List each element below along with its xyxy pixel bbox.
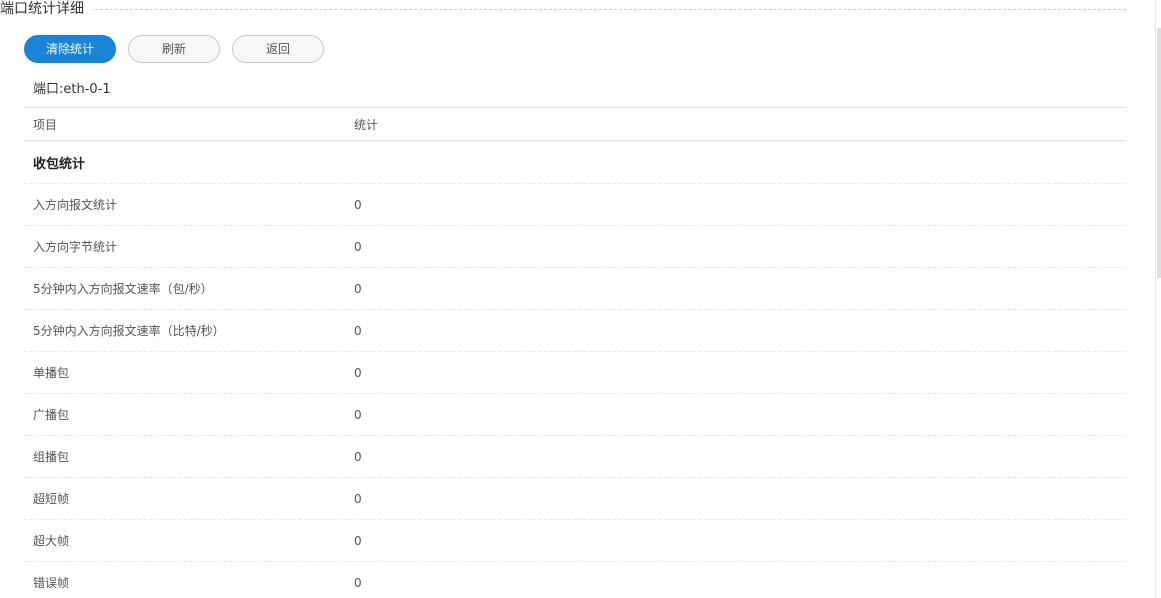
back-button[interactable]: 返回 — [232, 35, 324, 63]
row-value: 0 — [354, 281, 362, 296]
row-item: 超短帧 — [33, 492, 70, 506]
table-row: 5分钟内入方向报文速率（比特/秒） 0 — [24, 310, 1126, 352]
header-item: 项目 — [33, 117, 58, 132]
port-label: 端口:eth-0-1 — [33, 82, 111, 97]
row-value: 0 — [354, 365, 362, 380]
scrollbar-track[interactable] — [1155, 0, 1161, 598]
table-row: 超短帧 0 — [24, 478, 1126, 520]
group-label: 收包统计 — [33, 156, 86, 172]
row-item: 错误帧 — [33, 576, 70, 590]
table-row: 广播包 0 — [24, 394, 1126, 436]
row-item: 广播包 — [33, 408, 70, 422]
row-value: 0 — [354, 407, 362, 422]
row-item: 组播包 — [33, 450, 70, 464]
toolbar: 清除统计 刷新 返回 — [24, 35, 324, 63]
scrollbar-thumb[interactable] — [1157, 28, 1161, 278]
row-item: 入方向字节统计 — [33, 240, 118, 254]
table-row: 入方向字节统计 0 — [24, 226, 1126, 268]
row-value: 0 — [354, 533, 362, 548]
row-item: 入方向报文统计 — [33, 198, 118, 212]
row-value: 0 — [354, 239, 362, 254]
row-item: 超大帧 — [33, 534, 70, 548]
row-item: 5分钟内入方向报文速率（比特/秒） — [33, 324, 225, 338]
section-header: 端口统计详细 — [0, 0, 1126, 18]
row-value: 0 — [354, 575, 362, 590]
clear-stats-button[interactable]: 清除统计 — [24, 35, 116, 63]
row-value: 0 — [354, 323, 362, 338]
page-title: 端口统计详细 — [0, 0, 92, 18]
table-row: 单播包 0 — [24, 352, 1126, 394]
header-stat: 统计 — [354, 117, 379, 132]
table-row: 入方向报文统计 0 — [24, 184, 1126, 226]
table-row: 5分钟内入方向报文速率（包/秒） 0 — [24, 268, 1126, 310]
row-value: 0 — [354, 449, 362, 464]
table-row: 组播包 0 — [24, 436, 1126, 478]
table-body: 入方向报文统计 0 入方向字节统计 0 5分钟内入方向报文速率（包/秒） 0 5分钟内入方向… — [24, 184, 1126, 598]
stats-table: 项目 统计 收包统计 入方向报文统计 0 入方向字节统计 0 5分钟内入方向报文速率（包… — [24, 107, 1126, 598]
table-row: 超大帧 0 — [24, 520, 1126, 562]
row-item: 单播包 — [33, 366, 70, 380]
group-row-rx: 收包统计 — [24, 141, 1126, 184]
table-header: 项目 统计 — [24, 107, 1126, 141]
row-item: 5分钟内入方向报文速率（包/秒） — [33, 282, 213, 296]
row-value: 0 — [354, 197, 362, 212]
row-value: 0 — [354, 491, 362, 506]
refresh-button[interactable]: 刷新 — [128, 35, 220, 63]
port-stats-page: 端口统计详细 清除统计 刷新 返回 端口:eth-0-1 项目 统计 收包统计 … — [0, 0, 1161, 598]
table-row: 错误帧 0 — [24, 562, 1126, 598]
section-divider — [0, 9, 1126, 10]
